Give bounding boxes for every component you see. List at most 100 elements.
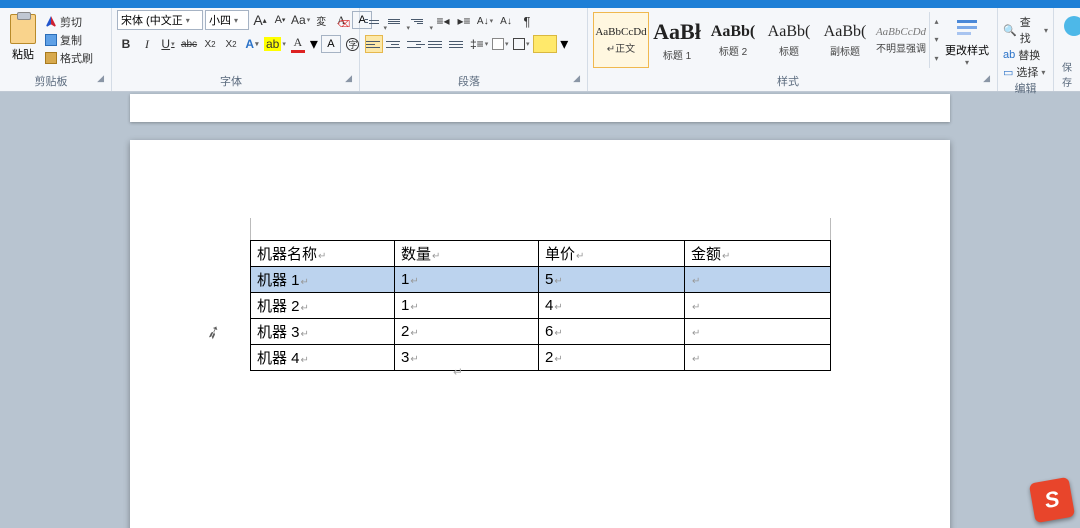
table-cell[interactable]: 机器 4↵ — [251, 345, 395, 371]
table-cell[interactable]: 6↵ — [539, 319, 685, 345]
data-table[interactable]: 机器名称↵ 数量↵ 单价↵ 金额↵ 机器 1↵ 1↵ 5↵ ↵ 机器 2↵ 1↵… — [250, 240, 831, 371]
table-cell[interactable]: ↵ — [685, 267, 831, 293]
sort-button[interactable]: A↓ — [497, 12, 515, 30]
table-cell[interactable]: 机器 2↵ — [251, 293, 395, 319]
format-painter-button[interactable]: 格式刷 — [45, 50, 93, 66]
change-styles-button[interactable]: 更改样式 ▾ — [943, 10, 991, 67]
style-subtitle[interactable]: AaBb(副标题 — [817, 12, 873, 68]
show-marks-button[interactable]: ¶ — [518, 12, 536, 30]
change-case-button[interactable]: Aa▾ — [291, 11, 310, 29]
grow-font-button[interactable]: A▴ — [251, 11, 269, 29]
font-color-button[interactable]: A — [289, 35, 307, 53]
group-label: 段落 — [458, 76, 480, 88]
italic-button[interactable]: I — [138, 35, 156, 53]
table-cell[interactable]: 机器 3↵ — [251, 319, 395, 345]
dialog-launcher-icon[interactable]: ◢ — [983, 73, 990, 84]
style-normal[interactable]: AaBbCcDd↵正文 — [593, 12, 649, 68]
shrink-font-button[interactable]: A▾ — [271, 11, 289, 29]
change-styles-icon — [955, 16, 979, 40]
style-heading1[interactable]: AaBł标题 1 — [649, 12, 705, 68]
strike-button[interactable]: abc — [180, 35, 198, 53]
table-cell[interactable]: 5↵ — [539, 267, 685, 293]
table-cell[interactable]: ↵ — [685, 345, 831, 371]
replace-button[interactable]: ab替换 — [1003, 47, 1048, 63]
chevron-down-icon: ▾ — [186, 16, 190, 25]
group-styles: AaBbCcDd↵正文 AaBł标题 1 AaBb(标题 2 AaBb(标题 A… — [588, 8, 998, 91]
highlight-button[interactable]: ab▾ — [264, 35, 286, 53]
font-size-combo[interactable]: 小四▾ — [205, 10, 249, 30]
cloud-save-icon[interactable] — [1064, 16, 1080, 36]
chevron-down-icon: ▾ — [934, 35, 938, 44]
bold-button[interactable]: B — [117, 35, 135, 53]
text-effect-button[interactable]: A▾ — [243, 35, 261, 53]
table-row[interactable]: 机器 3↵ 2↵ 6↵ ↵ — [251, 319, 831, 345]
page[interactable]: ➶ 机器名称↵ 数量↵ 单价↵ 金额↵ 机器 1↵ 1↵ 5↵ ↵ 机器 2↵ … — [130, 140, 950, 528]
copy-icon — [45, 34, 57, 46]
chevron-down-icon[interactable]: ▾ — [560, 34, 568, 54]
table-cell[interactable]: 3↵ — [395, 345, 539, 371]
style-heading2[interactable]: AaBb(标题 2 — [705, 12, 761, 68]
cut-button[interactable]: 剪切 — [45, 14, 93, 30]
multilevel-button[interactable]: ▾ — [411, 12, 431, 30]
pinyin-button[interactable]: 変 — [312, 11, 330, 29]
header-cell[interactable]: 机器名称↵ — [251, 241, 395, 267]
borders-button[interactable]: ▾ — [512, 35, 530, 53]
table-row[interactable]: 机器 1↵ 1↵ 5↵ ↵ — [251, 267, 831, 293]
chevron-down-icon[interactable]: ▾ — [310, 34, 318, 54]
indent-inc-button[interactable]: ▸≡ — [455, 12, 473, 30]
brush-icon — [45, 52, 57, 64]
paste-button[interactable]: 粘贴 — [5, 10, 41, 62]
chevron-down-icon: ▾ — [965, 58, 969, 67]
table-row[interactable]: 机器 4↵ 3↵ 2↵ ↵ — [251, 345, 831, 371]
table-cell[interactable]: ↵ — [685, 319, 831, 345]
table-row[interactable]: 机器 2↵ 1↵ 4↵ ↵ — [251, 293, 831, 319]
table-cell[interactable]: 4↵ — [539, 293, 685, 319]
style-gallery[interactable]: AaBbCcDd↵正文 AaBł标题 1 AaBb(标题 2 AaBb(标题 A… — [593, 10, 943, 70]
style-title[interactable]: AaBb(标题 — [761, 12, 817, 68]
group-font: 宋体 (中文正▾ 小四▾ A▴ A▾ Aa▾ 変 A⌫ A B I U▾ abc… — [112, 8, 360, 91]
header-cell[interactable]: 单价↵ — [539, 241, 685, 267]
style-gallery-more[interactable]: ▴▾▾ — [929, 12, 943, 68]
group-clipboard: 粘贴 剪切 复制 格式刷 剪贴板 ◢ — [0, 8, 112, 91]
chevron-up-icon: ▴ — [934, 17, 938, 26]
char-shading-button[interactable]: A — [321, 35, 341, 53]
clear-format-button[interactable]: A⌫ — [332, 11, 350, 29]
indent-dec-button[interactable]: ≡◂ — [434, 12, 452, 30]
menu-tabs — [0, 0, 1080, 8]
line-spacing-button[interactable]: ‡≡▾ — [470, 35, 488, 53]
find-button[interactable]: 🔍查找▾ — [1003, 14, 1048, 46]
table-cell[interactable]: 机器 1↵ — [251, 267, 395, 293]
font-name-combo[interactable]: 宋体 (中文正▾ — [117, 10, 203, 30]
dialog-launcher-icon[interactable]: ◢ — [573, 73, 580, 84]
page-color-button[interactable] — [533, 35, 557, 53]
select-button[interactable]: ▭选择▾ — [1003, 64, 1048, 80]
align-left-button[interactable] — [365, 35, 383, 53]
underline-button[interactable]: U▾ — [159, 35, 177, 53]
subscript-button[interactable]: X2 — [201, 35, 219, 53]
bullets-button[interactable]: ▾ — [365, 12, 385, 30]
table-header-row[interactable]: 机器名称↵ 数量↵ 单价↵ 金额↵ — [251, 241, 831, 267]
align-center-button[interactable] — [386, 35, 404, 53]
dialog-launcher-icon[interactable]: ◢ — [345, 73, 352, 84]
table-cell[interactable]: 1↵ — [395, 267, 539, 293]
text-direction-button[interactable]: A↓▾ — [476, 12, 494, 30]
copy-button[interactable]: 复制 — [45, 32, 93, 48]
document-area[interactable]: ➶ 机器名称↵ 数量↵ 单价↵ 金额↵ 机器 1↵ 1↵ 5↵ ↵ 机器 2↵ … — [0, 92, 1080, 528]
header-cell[interactable]: 数量↵ — [395, 241, 539, 267]
style-subtle-emphasis[interactable]: AaBbCcDd不明显强调 — [873, 12, 929, 68]
align-right-button[interactable] — [407, 35, 425, 53]
shading-button[interactable]: ▾ — [491, 35, 509, 53]
table-cell[interactable]: 2↵ — [539, 345, 685, 371]
table-cell[interactable]: ↵ — [685, 293, 831, 319]
superscript-button[interactable]: X2 — [222, 35, 240, 53]
dialog-launcher-icon[interactable]: ◢ — [97, 73, 104, 84]
table-cell[interactable]: 2↵ — [395, 319, 539, 345]
group-label: 剪贴板 — [35, 76, 68, 88]
header-cell[interactable]: 金额↵ — [685, 241, 831, 267]
margin-marker — [830, 218, 831, 242]
align-justify-button[interactable] — [428, 35, 446, 53]
table-cell[interactable]: 1↵ — [395, 293, 539, 319]
margin-marker — [250, 218, 251, 242]
numbering-button[interactable]: ▾ — [388, 12, 408, 30]
align-distribute-button[interactable] — [449, 35, 467, 53]
